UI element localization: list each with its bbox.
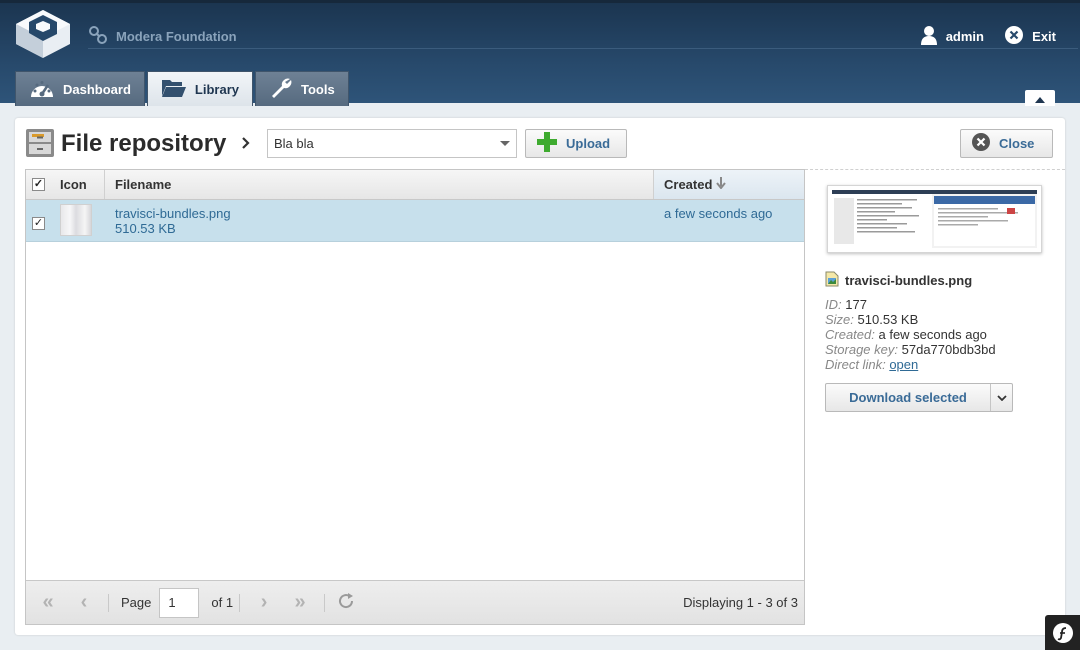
link-chain-icon bbox=[88, 25, 108, 48]
download-selected-button[interactable]: Download selected bbox=[825, 383, 1013, 412]
tab-library[interactable]: Library bbox=[146, 71, 253, 106]
file-properties: ID: 177 Size: 510.53 KB Created: a few s… bbox=[825, 297, 996, 372]
page-title: File repository bbox=[61, 130, 227, 157]
separator bbox=[324, 593, 326, 612]
image-file-icon bbox=[825, 271, 839, 290]
page-number-input[interactable]: 1 bbox=[159, 587, 200, 618]
detail-filename-text: travisci-bundles.png bbox=[845, 273, 973, 288]
page-total: of 1 bbox=[211, 595, 234, 610]
prop-storage-value: 57da770bdb3bd bbox=[901, 342, 996, 357]
close-label: Close bbox=[999, 136, 1035, 151]
row-filename: travisci-bundles.png bbox=[115, 206, 231, 221]
tab-label: Dashboard bbox=[63, 81, 131, 97]
brand: Modera Foundation bbox=[88, 25, 237, 47]
row-checkbox[interactable]: ✓ bbox=[26, 200, 50, 241]
page-label: Page bbox=[121, 595, 152, 610]
checkmark-icon: ✓ bbox=[32, 217, 45, 230]
grid-header: ✓ Icon Filename Created bbox=[26, 170, 804, 200]
first-page-icon[interactable]: « bbox=[30, 591, 66, 614]
column-header-filename[interactable]: Filename bbox=[105, 170, 654, 199]
main-tabs: Dashboard Library Tools bbox=[15, 71, 349, 106]
file-details-pane: travisci-bundles.png ID: 177 Size: 510.5… bbox=[805, 169, 1065, 625]
separator bbox=[239, 593, 241, 612]
column-header-created[interactable]: Created bbox=[654, 170, 804, 199]
file-preview-image[interactable] bbox=[827, 185, 1042, 253]
close-circle-icon bbox=[971, 132, 991, 155]
collapse-header-button[interactable] bbox=[1025, 90, 1055, 106]
user-menu[interactable]: admin bbox=[920, 25, 984, 48]
direct-link[interactable]: open bbox=[889, 357, 918, 372]
prop-storage-key: Storage key: bbox=[825, 342, 898, 357]
breadcrumb: File repository bbox=[25, 126, 262, 162]
table-row[interactable]: ✓ travisci-bundles.png 510.53 KB a few s… bbox=[26, 200, 804, 242]
files-grid: ✓ Icon Filename Created ✓ travisci-bundl… bbox=[25, 169, 805, 625]
row-icon-cell bbox=[50, 200, 105, 241]
prop-link-key: Direct link: bbox=[825, 357, 886, 372]
row-filename-cell: travisci-bundles.png 510.53 KB bbox=[105, 200, 654, 241]
row-size: 510.53 KB bbox=[115, 221, 176, 236]
prop-size-key: Size: bbox=[825, 312, 854, 327]
chevron-down-icon[interactable] bbox=[500, 141, 510, 146]
close-button[interactable]: Close bbox=[960, 129, 1053, 158]
chevron-down-icon[interactable] bbox=[990, 384, 1012, 411]
exit-label: Exit bbox=[1032, 29, 1056, 44]
tab-tools[interactable]: Tools bbox=[254, 71, 349, 106]
tab-label: Library bbox=[194, 81, 239, 97]
modera-logo-icon[interactable] bbox=[14, 8, 72, 60]
download-label: Download selected bbox=[849, 390, 967, 405]
chevron-right-icon bbox=[242, 136, 250, 152]
column-header-icon[interactable]: Icon bbox=[50, 170, 105, 199]
pagination-toolbar: « ‹ Page 1 of 1 › » Displaying 1 - 3 of … bbox=[26, 580, 804, 624]
displaying-status: Displaying 1 - 3 of 3 bbox=[683, 595, 798, 610]
symfony-toolbar-icon[interactable] bbox=[1045, 615, 1080, 650]
prop-size-value: 510.53 KB bbox=[857, 312, 919, 327]
prop-id-value: 177 bbox=[845, 297, 867, 312]
separator bbox=[108, 593, 109, 612]
folder-open-icon bbox=[161, 77, 187, 102]
prop-id-key: ID: bbox=[825, 297, 842, 312]
last-page-icon[interactable]: » bbox=[282, 591, 318, 614]
prop-created-key: Created: bbox=[825, 327, 875, 342]
header-divider bbox=[88, 48, 1078, 49]
detail-filename: travisci-bundles.png bbox=[825, 271, 972, 290]
next-page-icon[interactable]: › bbox=[246, 591, 282, 614]
app-header: Modera Foundation admin Exit Dashboard L… bbox=[0, 0, 1080, 106]
repository-select[interactable]: Bla bla bbox=[267, 129, 517, 158]
file-repository-panel: File repository Bla bla Upload Close ✓ I… bbox=[15, 118, 1065, 635]
row-created: a few seconds ago bbox=[664, 206, 773, 221]
exit-button[interactable]: Exit bbox=[1004, 25, 1056, 48]
upload-button[interactable]: Upload bbox=[525, 129, 627, 158]
wrench-icon bbox=[269, 76, 293, 103]
brand-name: Modera Foundation bbox=[116, 28, 237, 44]
file-cabinet-icon bbox=[25, 128, 55, 161]
tab-label: Tools bbox=[300, 81, 335, 97]
refresh-icon[interactable] bbox=[337, 592, 355, 613]
repository-select-value: Bla bla bbox=[274, 136, 314, 151]
tab-dashboard[interactable]: Dashboard bbox=[15, 71, 145, 106]
column-header-created-label: Created bbox=[664, 177, 713, 192]
user-name: admin bbox=[945, 29, 984, 44]
prop-created-value: a few seconds ago bbox=[878, 327, 987, 342]
prev-page-icon[interactable]: ‹ bbox=[66, 591, 102, 614]
user-icon bbox=[920, 25, 938, 48]
sort-descending-icon bbox=[716, 177, 727, 192]
image-thumbnail bbox=[60, 204, 92, 236]
chevron-up-icon bbox=[1035, 91, 1045, 106]
select-all-checkbox[interactable]: ✓ bbox=[26, 170, 50, 199]
close-circle-icon bbox=[1004, 25, 1024, 48]
plus-icon bbox=[536, 131, 558, 156]
upload-label: Upload bbox=[566, 136, 611, 151]
checkmark-icon: ✓ bbox=[32, 178, 45, 191]
dashboard-gauge-icon bbox=[29, 77, 55, 102]
